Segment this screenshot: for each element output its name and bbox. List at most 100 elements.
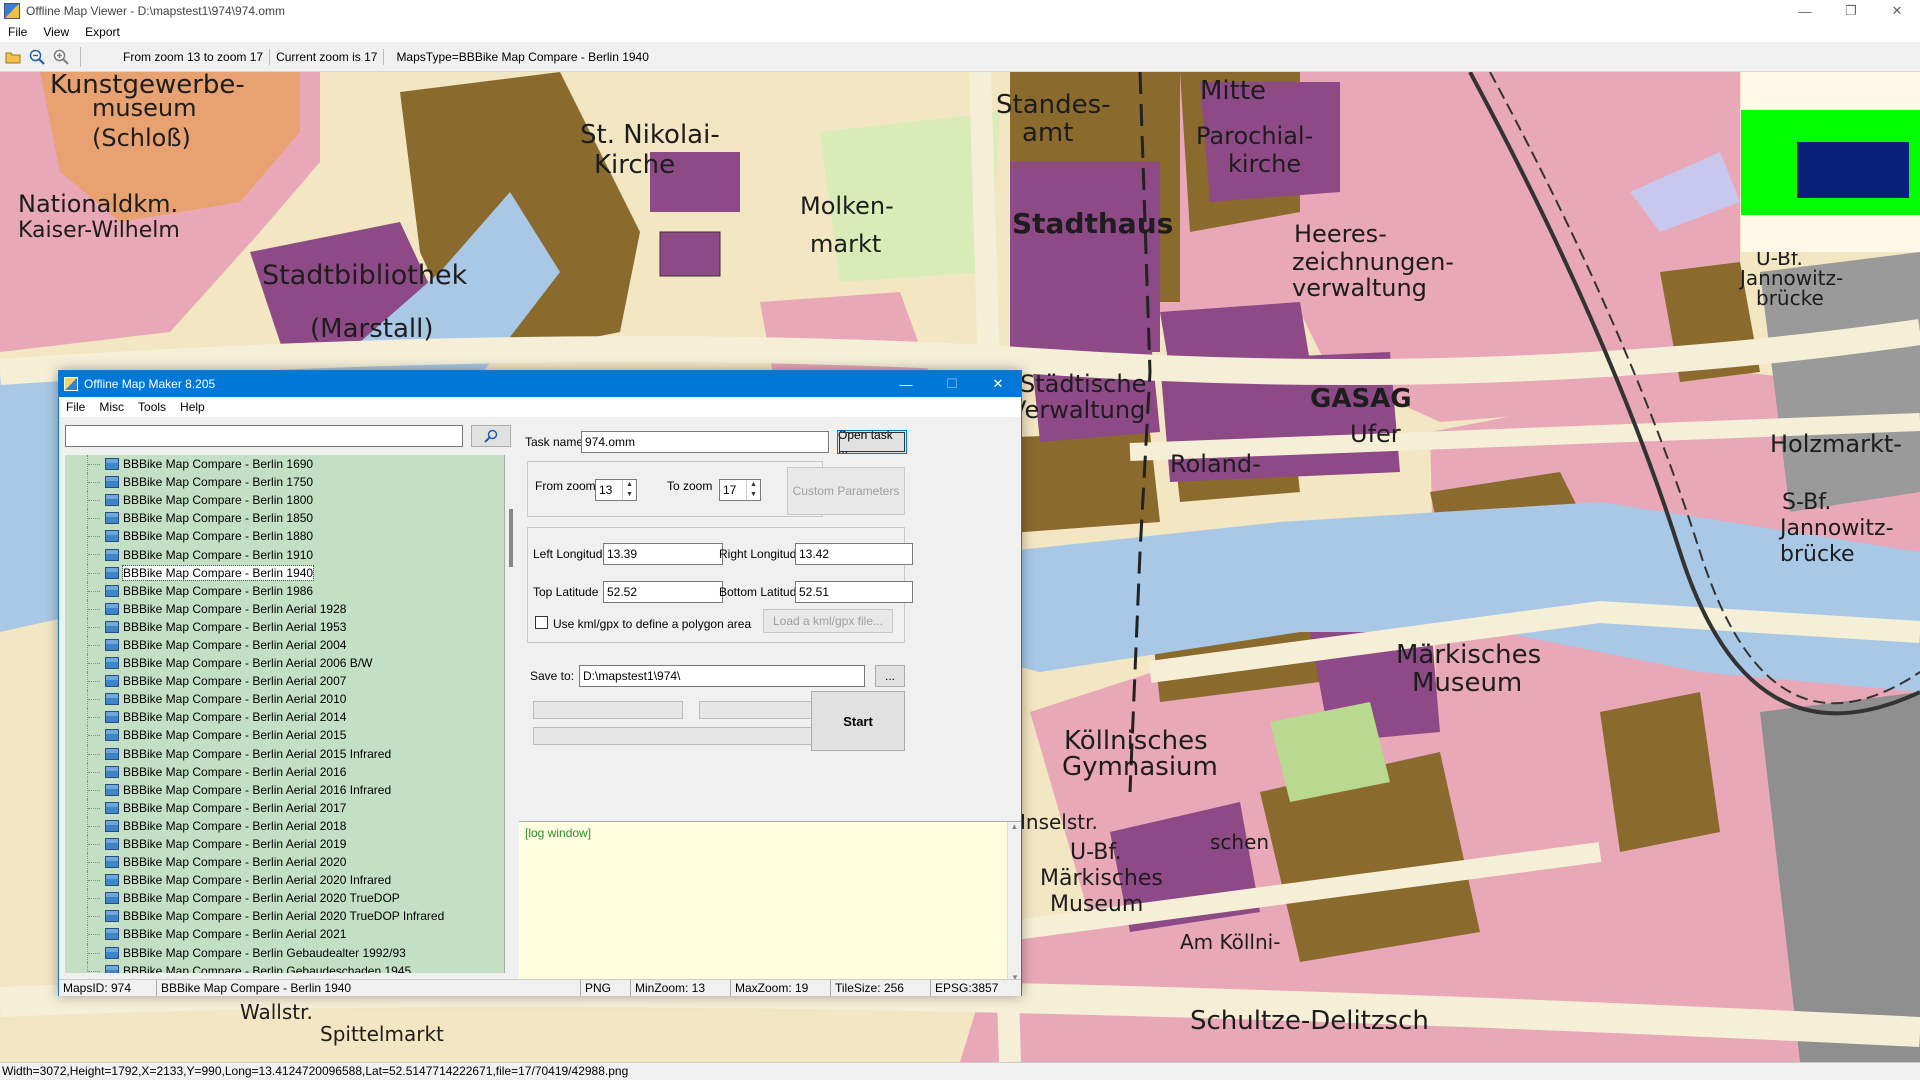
load-kml-button[interactable]: Load a kml/gpx file... [763, 609, 893, 633]
scrollbar-thumb[interactable] [509, 509, 513, 567]
zoom-in-button[interactable] [50, 46, 72, 68]
close-icon[interactable]: ✕ [1874, 0, 1920, 22]
to-zoom-label: To zoom [667, 479, 713, 493]
progress-bar-tiles [533, 701, 683, 719]
map-label: Märkisches [1040, 866, 1163, 891]
start-button[interactable]: Start [811, 691, 905, 751]
map-list-item[interactable]: BBBike Map Compare - Berlin Aerial 2006 … [65, 654, 504, 673]
spin-up-icon[interactable]: ▲ [747, 480, 760, 490]
map-list-item[interactable]: BBBike Map Compare - Berlin 1910 [65, 545, 504, 564]
right-longitude-field[interactable]: 13.42 [795, 543, 913, 565]
map-list-item[interactable]: BBBike Map Compare - Berlin Aerial 2004 [65, 635, 504, 655]
map-label: Parochial- [1196, 122, 1314, 150]
map-label: S-Bf. [1782, 490, 1832, 515]
map-list-item[interactable]: BBBike Map Compare - Berlin 1986 [65, 581, 504, 600]
map-list-item[interactable]: BBBike Map Compare - Berlin Aerial 2007 [65, 672, 504, 691]
map-list-item[interactable]: BBBike Map Compare - Berlin Aerial 2020 … [65, 871, 504, 890]
dialog-title-bar[interactable]: Offline Map Maker 8.205 — ☐ ✕ [59, 371, 1021, 397]
zoom-out-button[interactable] [26, 46, 48, 68]
map-list-tree[interactable]: BBBike Map Compare - Berlin 1690 BBBike M… [65, 455, 505, 973]
map-list-item[interactable]: BBBike Map Compare - Berlin Aerial 2016 … [65, 780, 504, 799]
map-list-item-label: BBBike Map Compare - Berlin Aerial 2007 [123, 674, 347, 689]
log-window[interactable]: [log window] ▲ ▼ [519, 821, 1021, 982]
map-search-input[interactable] [65, 425, 463, 447]
map-list-item[interactable]: BBBike Map Compare - Berlin Aerial 2015 … [65, 744, 504, 763]
open-folder-button[interactable] [2, 46, 24, 68]
from-zoom-value: 13 [599, 483, 613, 497]
menu-view[interactable]: View [35, 25, 77, 39]
map-list-item[interactable]: BBBike Map Compare - Berlin Aerial 2014 [65, 708, 504, 727]
from-zoom-spinner[interactable]: 13 ▲ ▼ [595, 479, 637, 501]
log-scrollbar[interactable]: ▲ ▼ [1007, 822, 1021, 982]
dialog-minimize-icon[interactable]: — [883, 371, 929, 397]
map-list-item[interactable]: BBBike Map Compare - Berlin Aerial 2021 [65, 925, 504, 944]
task-params-pane: Task name 974.omm Open task ... From zoo… [519, 423, 1021, 982]
use-kml-checkbox[interactable] [535, 616, 548, 629]
map-list-item[interactable]: BBBike Map Compare - Berlin Aerial 2020 … [65, 907, 504, 926]
minimize-icon[interactable]: — [1782, 0, 1828, 22]
map-list-item[interactable]: BBBike Map Compare - Berlin Aerial 2016 [65, 762, 504, 781]
map-list-item[interactable]: BBBike Map Compare - Berlin Aerial 1953 [65, 617, 504, 636]
top-latitude-field[interactable]: 52.52 [603, 581, 723, 603]
map-label: zeichnungen- [1292, 248, 1454, 276]
task-name-field[interactable]: 974.omm [581, 431, 829, 453]
spin-down-icon[interactable]: ▼ [623, 490, 636, 500]
dialog-menu-file[interactable]: File [59, 400, 92, 414]
menu-export[interactable]: Export [77, 25, 128, 39]
spinner-arrows[interactable]: ▲ ▼ [622, 480, 636, 500]
map-list-item-label: BBBike Map Compare - Berlin Aerial 1953 [123, 619, 347, 634]
map-list-item[interactable]: BBBike Map Compare - Berlin Aerial 2015 [65, 726, 504, 745]
map-list-item[interactable]: BBBike Map Compare - Berlin Aerial 1928 [65, 599, 504, 618]
overview-minimap[interactable] [1741, 72, 1920, 252]
map-list-item-label: BBBike Map Compare - Berlin Aerial 2015 [123, 728, 347, 743]
from-zoom-label: From zoom [535, 479, 596, 493]
search-button[interactable] [471, 425, 511, 447]
map-list-item[interactable]: BBBike Map Compare - Berlin Aerial 2018 [65, 816, 504, 835]
spin-up-icon[interactable]: ▲ [623, 480, 636, 490]
viewer-title: Offline Map Viewer - D:\mapstest1\974\97… [26, 4, 286, 18]
dialog-menu-help[interactable]: Help [173, 400, 212, 414]
map-list-item[interactable]: BBBike Map Compare - Berlin Aerial 2010 [65, 690, 504, 709]
map-tile-icon [105, 747, 119, 760]
map-list-item[interactable]: BBBike Map Compare - Berlin 1940 [65, 563, 504, 582]
to-zoom-spinner[interactable]: 17 ▲ ▼ [719, 479, 761, 501]
zoom-range-text: From zoom 13 to zoom 17 [117, 48, 271, 65]
map-list-item[interactable]: BBBike Map Compare - Berlin 1690 [65, 455, 504, 474]
to-zoom-value: 17 [723, 483, 737, 497]
dialog-title: Offline Map Maker 8.205 [84, 377, 216, 391]
map-tile-icon [105, 602, 119, 615]
map-list-item[interactable]: BBBike Map Compare - Berlin 1800 [65, 491, 504, 510]
custom-parameters-button[interactable]: Custom Parameters [787, 467, 905, 515]
map-list-item[interactable]: BBBike Map Compare - Berlin Aerial 2020 … [65, 889, 504, 908]
tree-connector [87, 509, 103, 528]
dialog-menu-tools[interactable]: Tools [131, 400, 173, 414]
spin-down-icon[interactable]: ▼ [747, 490, 760, 500]
map-list-item-label: BBBike Map Compare - Berlin Aerial 2020 … [123, 909, 445, 924]
bottom-latitude-field[interactable]: 52.51 [795, 581, 913, 603]
status-epsg: EPSG:3857 [935, 981, 999, 995]
log-text: [log window] [525, 826, 592, 840]
dialog-close-icon[interactable]: ✕ [975, 371, 1021, 397]
dialog-menu-misc[interactable]: Misc [92, 400, 131, 414]
folder-icon [5, 52, 21, 63]
map-list-item[interactable]: BBBike Map Compare - Berlin 1750 [65, 473, 504, 492]
save-to-field[interactable]: D:\mapstest1\974\ [579, 665, 865, 687]
restore-icon[interactable]: ❐ [1828, 0, 1874, 22]
browse-button[interactable]: ... [875, 665, 905, 687]
scroll-up-icon[interactable]: ▲ [1008, 822, 1021, 831]
map-list-item[interactable]: BBBike Map Compare - Berlin Gebaudealter… [65, 943, 504, 962]
map-label: Spittelmarkt [320, 1022, 444, 1046]
map-list-item[interactable]: BBBike Map Compare - Berlin Aerial 2017 [65, 798, 504, 817]
overview-viewport[interactable] [1797, 142, 1909, 198]
map-label: Inselstr. [1020, 810, 1098, 834]
map-list-item[interactable]: BBBike Map Compare - Berlin Aerial 2020 [65, 853, 504, 872]
left-longitude-field[interactable]: 13.39 [603, 543, 723, 565]
map-list-item[interactable]: BBBike Map Compare - Berlin 1850 [65, 509, 504, 528]
map-list-item[interactable]: BBBike Map Compare - Berlin Gebaudeschad… [65, 961, 504, 973]
map-list-scrollbar[interactable] [507, 455, 515, 973]
open-task-button[interactable]: Open task ... [837, 428, 907, 456]
map-list-item[interactable]: BBBike Map Compare - Berlin Aerial 2019 [65, 834, 504, 854]
menu-file[interactable]: File [0, 25, 35, 39]
map-list-item[interactable]: BBBike Map Compare - Berlin 1880 [65, 527, 504, 546]
spinner-arrows[interactable]: ▲ ▼ [746, 480, 760, 500]
